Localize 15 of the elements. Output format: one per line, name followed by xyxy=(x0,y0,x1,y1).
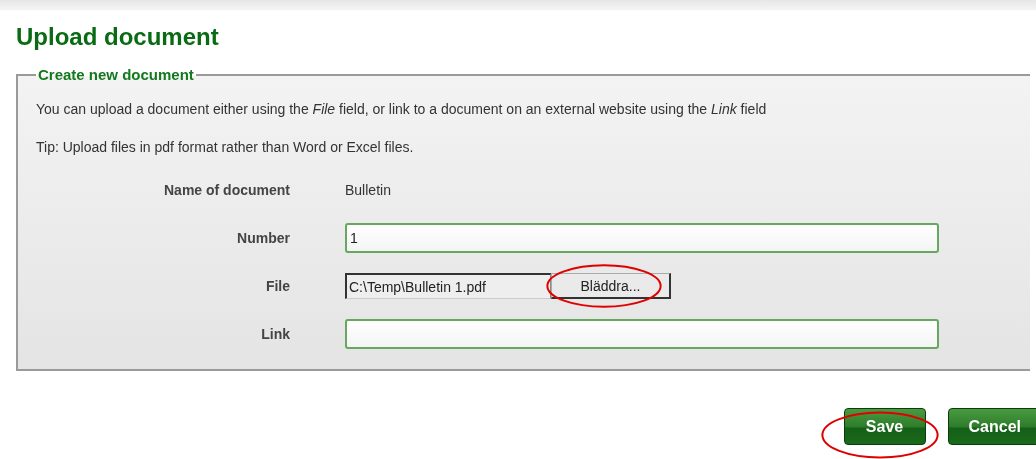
field-label: File xyxy=(264,278,290,294)
input-field[interactable]: 1 xyxy=(345,223,939,253)
file-path-field[interactable]: C:\Temp\Bulletin 1.pdf xyxy=(345,273,551,299)
tip-text: Tip: Upload files in pdf format rather than Word or Excel files. xyxy=(36,138,415,157)
action-button[interactable]: Save xyxy=(843,408,926,445)
page-title: Upload document xyxy=(16,22,220,52)
action-button[interactable]: Cancel xyxy=(947,408,1036,445)
field-value: Bulletin xyxy=(345,182,391,198)
field-label: Name of document xyxy=(163,182,290,198)
field-label: Number xyxy=(236,230,290,246)
field-label: Link xyxy=(260,326,290,342)
browse-button[interactable]: Bläddra... xyxy=(551,273,671,299)
panel-legend: Create new document xyxy=(36,66,196,83)
intro-text: You can upload a document either using the File field, or link to a document on an external website using the Link field xyxy=(36,100,768,119)
input-field[interactable] xyxy=(345,319,939,349)
